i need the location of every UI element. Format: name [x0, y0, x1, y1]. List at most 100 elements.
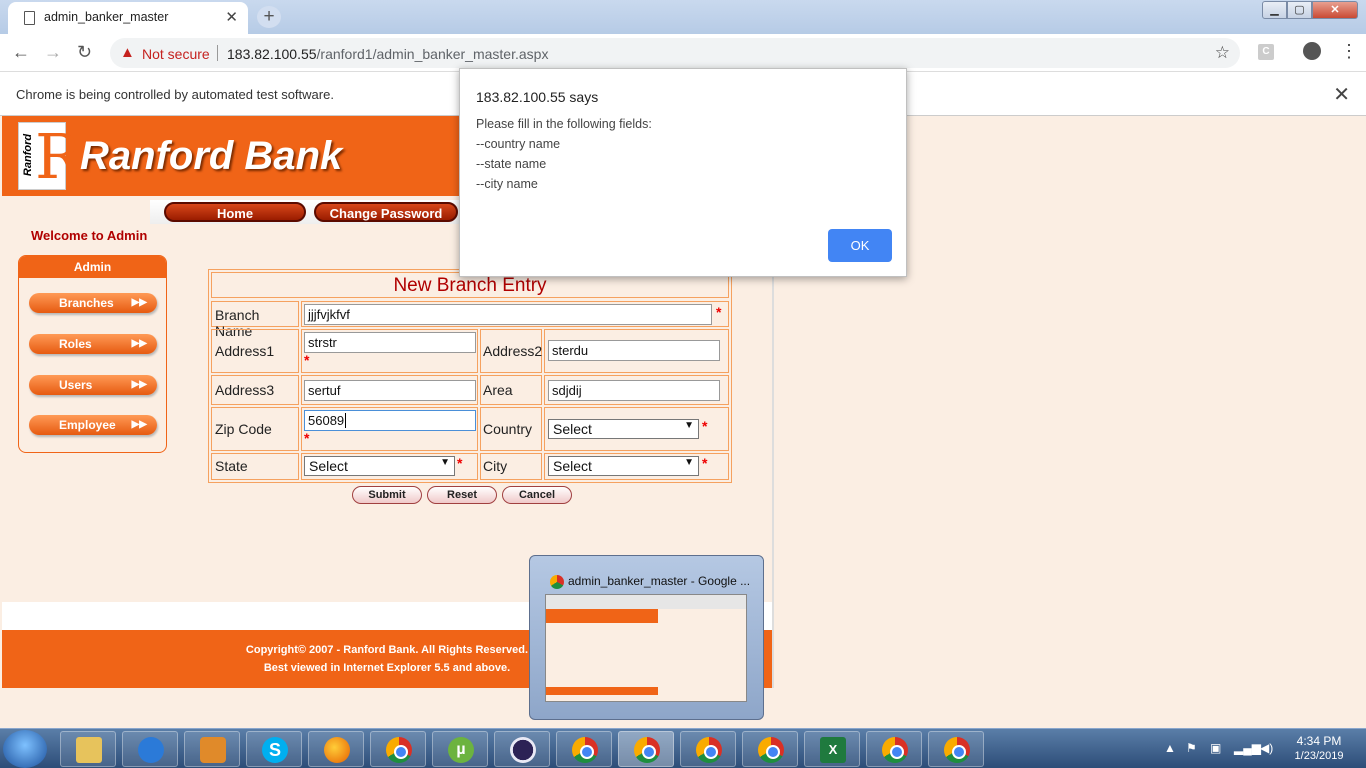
chrome-icon [550, 575, 564, 589]
forward-arrow-icon[interactable]: → [44, 42, 62, 63]
area-cell: sdjdij [544, 375, 729, 405]
home-button[interactable]: Home [164, 202, 306, 222]
branch-name-input[interactable]: jjjfvjkfvf [304, 304, 712, 325]
city-cell: Select ▼ * [544, 453, 729, 480]
cancel-button[interactable]: Cancel [502, 486, 572, 504]
address2-input[interactable]: sterdu [548, 340, 720, 361]
address1-label-cell: Address1 [211, 329, 299, 373]
country-select[interactable]: Select ▼ [548, 419, 699, 439]
media-player-icon [200, 737, 226, 763]
logo-text: Ranford [22, 133, 35, 177]
area-label: Area [483, 382, 513, 398]
taskbar-window-preview[interactable]: admin_banker_master - Google ... [529, 555, 764, 720]
required-mark: * [716, 304, 722, 320]
browser-toolbar: ← → ↻ ▲ Not secure 183.82.100.55/ranford… [0, 34, 1366, 72]
alert-title: 183.82.100.55 says [476, 89, 599, 105]
taskbar-eclipse[interactable] [494, 731, 550, 767]
url-path: /ranford1/admin_banker_master.aspx [316, 46, 549, 62]
taskbar-firefox[interactable] [308, 731, 364, 767]
address3-label: Address3 [215, 382, 275, 398]
window-close-button[interactable]: ✕ [1312, 1, 1358, 19]
taskbar-chrome-5[interactable] [742, 731, 798, 767]
change-password-button[interactable]: Change Password [314, 202, 458, 222]
city-label: City [483, 458, 508, 474]
security-label[interactable]: Not secure [142, 46, 210, 62]
taskbar-explorer[interactable] [60, 731, 116, 767]
preview-title: admin_banker_master - Google ... [568, 574, 751, 588]
divider [217, 45, 218, 61]
sidebar-item-users[interactable]: Users ▶▶ [29, 375, 157, 395]
start-button[interactable] [3, 730, 47, 768]
taskbar-chrome-6[interactable] [866, 731, 922, 767]
browser-tab[interactable]: admin_banker_master ✕ [8, 2, 248, 34]
reset-button[interactable]: Reset [427, 486, 497, 504]
taskbar-skype[interactable]: S [246, 731, 302, 767]
taskbar-excel[interactable]: X [804, 731, 860, 767]
menu-icon[interactable]: ⋮ [1340, 41, 1358, 62]
country-selected-value: Select [553, 421, 592, 437]
network-signal-icon[interactable]: ▂▄▆ [1234, 741, 1261, 755]
maximize-button[interactable]: ▢ [1287, 1, 1312, 19]
taskbar-utorrent[interactable]: µ [432, 731, 488, 767]
close-icon[interactable]: ✕ [1333, 82, 1350, 107]
internet-explorer-icon [138, 737, 164, 763]
address1-input[interactable]: strstr [304, 332, 476, 353]
submit-button[interactable]: Submit [352, 486, 422, 504]
city-select[interactable]: Select ▼ [548, 456, 699, 476]
zip-cell: 56089 * [301, 407, 478, 451]
firefox-icon [324, 737, 350, 763]
chrome-icon [882, 737, 908, 763]
ok-button[interactable]: OK [828, 229, 892, 262]
thumbnail-header [546, 609, 658, 623]
preview-thumbnail[interactable] [545, 594, 747, 702]
state-select[interactable]: Select ▼ [304, 456, 455, 476]
taskbar-chrome-4[interactable] [680, 731, 736, 767]
address2-label: Address2 [483, 343, 543, 359]
taskbar-chrome-7[interactable] [928, 731, 984, 767]
country-label-cell: Country [480, 407, 542, 451]
close-icon[interactable]: ✕ [225, 8, 238, 26]
area-label-cell: Area [480, 375, 542, 405]
sidebar-item-roles[interactable]: Roles ▶▶ [29, 334, 157, 354]
state-selected-value: Select [309, 458, 348, 474]
taskbar-chrome-2[interactable] [556, 731, 612, 767]
new-tab-button[interactable]: + [257, 6, 281, 28]
sidebar-item-branches[interactable]: Branches ▶▶ [29, 293, 157, 313]
url-text[interactable]: 183.82.100.55/ranford1/admin_banker_mast… [227, 46, 548, 62]
bank-logo: R Ranford [18, 122, 82, 191]
reload-icon[interactable]: ↻ [77, 42, 92, 63]
security-icon[interactable]: ▣ [1210, 741, 1221, 755]
windows-taskbar: S µ X ▲ ⚑ ▣ ▂▄▆ ◀) 4:34 PM 1/23/2019 [0, 728, 1366, 768]
address2-label-cell: Address2 [480, 329, 542, 373]
taskbar-chrome-3[interactable] [618, 731, 674, 767]
taskbar-chrome-1[interactable] [370, 731, 426, 767]
welcome-text: Welcome to Admin [31, 228, 148, 243]
chrome-icon [696, 737, 722, 763]
back-arrow-icon[interactable]: ← [12, 42, 30, 63]
alert-message-line: --country name [476, 137, 561, 151]
bookmark-star-icon[interactable]: ☆ [1215, 43, 1230, 63]
extension-icon[interactable]: C [1258, 44, 1274, 60]
address2-cell: sterdu [544, 329, 729, 373]
alert-message-line: --city name [476, 177, 538, 191]
thumbnail-footer [546, 687, 658, 695]
eclipse-icon [510, 737, 536, 763]
address3-label-cell: Address3 [211, 375, 299, 405]
clock-time[interactable]: 4:34 PM [1282, 734, 1356, 748]
address-bar[interactable]: ▲ Not secure 183.82.100.55/ranford1/admi… [110, 38, 1240, 68]
zip-code-input[interactable]: 56089 [304, 410, 476, 431]
taskbar-ie[interactable] [122, 731, 178, 767]
minimize-button[interactable]: ▁ [1262, 1, 1287, 19]
address3-input[interactable]: sertuf [304, 380, 476, 401]
clock-date[interactable]: 1/23/2019 [1282, 750, 1356, 762]
sidebar-item-employee[interactable]: Employee ▶▶ [29, 415, 157, 435]
action-center-flag-icon[interactable]: ⚑ [1186, 741, 1197, 755]
taskbar-media[interactable] [184, 731, 240, 767]
utorrent-icon: µ [448, 737, 474, 763]
volume-icon[interactable]: ◀) [1260, 741, 1273, 755]
city-selected-value: Select [553, 458, 592, 474]
account-icon[interactable] [1303, 42, 1321, 60]
zip-code-value: 56089 [308, 413, 345, 428]
area-input[interactable]: sdjdij [548, 380, 720, 401]
show-hidden-icons-icon[interactable]: ▲ [1164, 741, 1176, 755]
